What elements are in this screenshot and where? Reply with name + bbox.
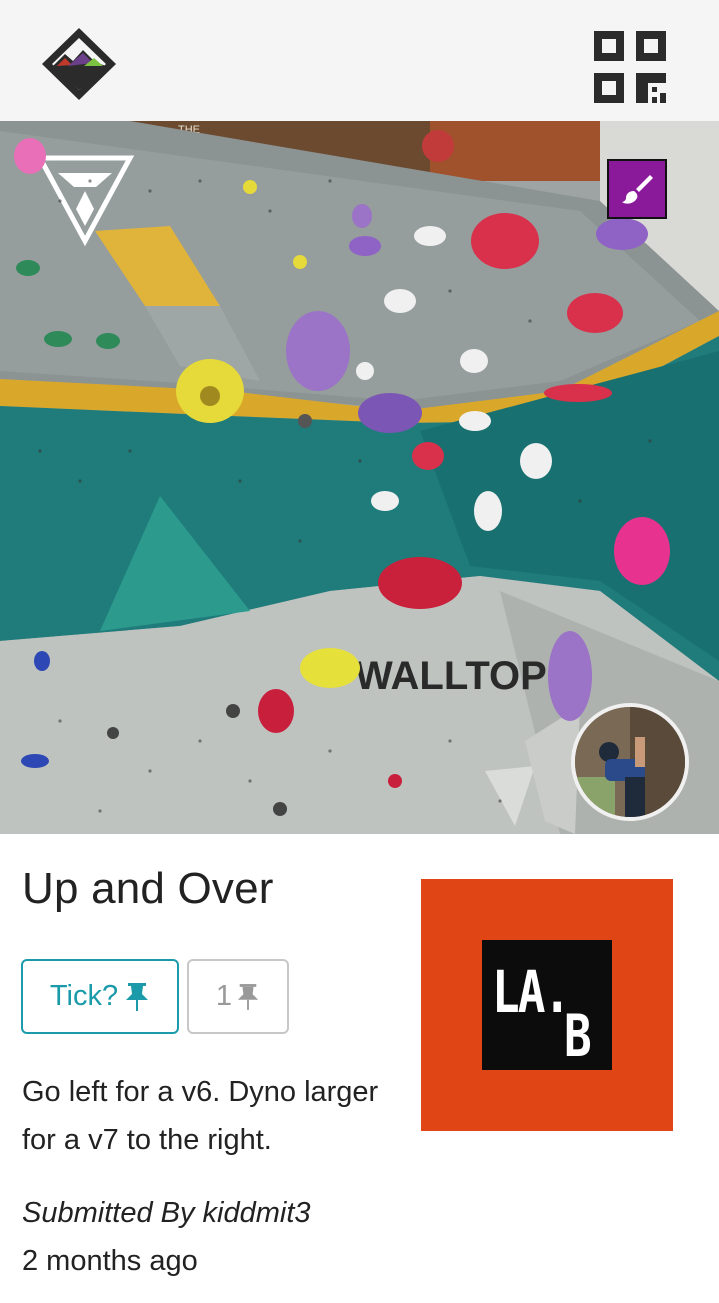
tick-count: 1: [215, 980, 233, 1012]
submitted-by[interactable]: Submitted By kiddmit3: [22, 1197, 311, 1230]
gym-logo-sub: B: [564, 1002, 592, 1070]
pin-icon: [237, 983, 259, 1010]
tick-label: Tick?: [49, 980, 119, 1012]
gym-logo[interactable]: LA. B: [421, 879, 673, 1131]
qr-code-icon[interactable]: [594, 31, 666, 103]
route-description: Go left for a v6. Dyno larger for a v7 t…: [22, 1076, 379, 1156]
pin-icon: [126, 982, 149, 1011]
top-bar: [0, 0, 719, 121]
climber-avatar[interactable]: [571, 703, 689, 821]
gym-logo-mark: LA. B: [482, 940, 612, 1070]
paintbrush-icon: [622, 175, 653, 204]
tick-count-button[interactable]: 1: [187, 959, 289, 1034]
mountain-logo-icon[interactable]: [40, 26, 118, 102]
route-title: Up and Over: [22, 864, 274, 913]
setter-color-badge[interactable]: [607, 159, 667, 219]
gym-logo-text: LA.: [492, 958, 571, 1026]
tick-button[interactable]: Tick?: [21, 959, 179, 1034]
wall-sign-text: WALLTOP: [355, 654, 547, 698]
time-ago: 2 months ago: [22, 1245, 198, 1277]
